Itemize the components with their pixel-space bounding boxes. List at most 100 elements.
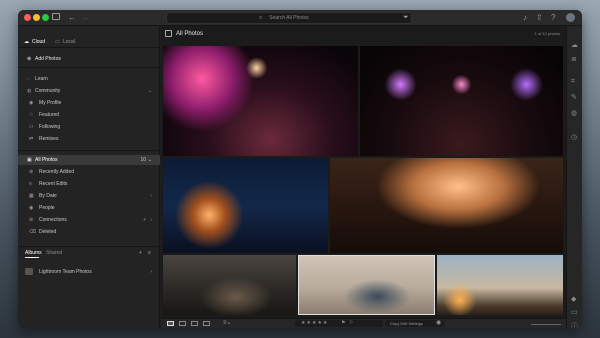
photo-thumbnail[interactable]: [360, 46, 563, 156]
connections-icon: ⊜: [29, 217, 34, 223]
divider: [18, 150, 160, 151]
add-photos-label: Add Photos: [35, 56, 61, 62]
search-field[interactable]: ⌕ Search All Photos: [166, 12, 412, 24]
toggle-sidebar-icon[interactable]: [52, 13, 60, 20]
page-title: All Photos: [176, 31, 204, 37]
add-album-plus-icon[interactable]: +: [139, 249, 142, 257]
photo-thumbnail[interactable]: [163, 46, 358, 156]
photo-thumbnail[interactable]: [330, 158, 563, 253]
community-label: Community: [35, 88, 61, 94]
photo-thumbnail[interactable]: [437, 255, 563, 315]
filter-icon[interactable]: ⏷: [403, 12, 409, 24]
photo-thumbnail[interactable]: [163, 255, 296, 315]
deleted-label: Deleted: [39, 229, 57, 235]
add-photos-button[interactable]: ⊕ Add Photos: [18, 54, 160, 64]
sidebar-item-recently-added[interactable]: ⊕ Recently Added: [18, 167, 160, 177]
sidebar-item-learn[interactable]: ◌ Learn: [18, 74, 160, 84]
remix-icon: ⇄: [29, 136, 34, 142]
photo-grid-area: All Photos 1 of 10 photos: [161, 26, 566, 318]
sidebar-item-featured[interactable]: ☆ Featured: [18, 110, 160, 120]
sidebar-item-following[interactable]: ⚇ Following: [18, 122, 160, 132]
divider: [18, 246, 160, 247]
crop-icon[interactable]: ⌗: [571, 78, 575, 86]
add-connection-plus-icon[interactable]: +: [143, 215, 146, 225]
sidebar-item-by-date[interactable]: ▦ By Date ‹: [18, 191, 160, 201]
photos-stack-icon: ▣: [27, 157, 32, 163]
rating-flag-group: ★★★★★ ⚑ ⚐: [295, 320, 383, 327]
tab-shared[interactable]: Shared: [46, 249, 62, 257]
back-arrow-icon[interactable]: ←: [68, 12, 76, 24]
divider: [18, 67, 160, 68]
calendar-icon: ▦: [29, 193, 34, 199]
grid-header: All Photos 1 of 10 photos: [161, 26, 566, 44]
album-item[interactable]: Lightroom Team Photos ›: [18, 267, 160, 277]
detail-view-icon[interactable]: [191, 321, 198, 326]
sort-options-icon[interactable]: ≡⌄: [223, 319, 232, 328]
plus-icon: ⊕: [29, 169, 34, 175]
tab-albums[interactable]: Albums: [25, 249, 42, 257]
album-label: Lightroom Team Photos: [39, 269, 92, 275]
edit-sliders-icon: ≡: [29, 181, 32, 187]
chevron-right-icon[interactable]: ‹: [150, 191, 152, 201]
star-rating[interactable]: ★★★★★: [301, 319, 328, 328]
masking-icon[interactable]: ◍: [571, 110, 577, 118]
lightroom-window: ← → ⌕ Search All Photos ⏷ ♪ ⇧ ? ☁ Cloud …: [18, 10, 582, 328]
sidebar-item-deleted[interactable]: ⌫ Deleted: [18, 227, 160, 237]
tab-local[interactable]: Local: [63, 38, 75, 46]
photo-thumbnail[interactable]: [298, 255, 435, 315]
sidebar-item-community[interactable]: ◍ Community ⌄: [18, 86, 160, 96]
zoom-window-button[interactable]: [42, 14, 49, 21]
my-profile-label: My Profile: [39, 100, 62, 106]
healing-brush-icon[interactable]: ✎: [571, 94, 577, 102]
remixes-label: Remixes: [39, 136, 59, 142]
bottom-toolbar: ≡⌄ ★★★★★ ⚑ ⚐ Copy Edit Settings ◉: [161, 318, 566, 328]
copy-edit-settings-label: Copy Edit Settings: [390, 321, 423, 326]
all-photos-icon: [165, 30, 172, 37]
thumbnail-size-slider[interactable]: [531, 324, 561, 325]
sort-icon[interactable]: ≡: [148, 249, 151, 257]
chevron-down-icon[interactable]: ⌄: [148, 86, 152, 96]
sidebar-item-connections[interactable]: ⊜ Connections + ‹: [18, 215, 160, 225]
versions-history-icon[interactable]: ◷: [571, 134, 577, 142]
sidebar-item-remixes[interactable]: ⇄ Remixes: [18, 134, 160, 144]
info-icon[interactable]: ⓘ: [571, 323, 578, 328]
sidebar-item-recent-edits[interactable]: ≡ Recent Edits: [18, 179, 160, 189]
settings-icon[interactable]: ◉: [436, 319, 441, 328]
trash-icon: ⌫: [29, 229, 37, 235]
album-thumbnail: [25, 268, 33, 275]
photo-thumbnail[interactable]: [163, 158, 328, 253]
tab-cloud[interactable]: Cloud: [32, 38, 45, 46]
edit-panel-icon[interactable]: ≣: [571, 56, 577, 64]
cloud-icon: ☁: [24, 39, 29, 45]
reject-flag-icon[interactable]: ⚐: [349, 319, 353, 328]
search-placeholder: Search All Photos: [269, 15, 309, 21]
account-avatar[interactable]: [566, 13, 575, 22]
help-icon[interactable]: ?: [551, 12, 555, 24]
chevron-down-icon[interactable]: ⌄: [148, 155, 152, 165]
tag-icon[interactable]: ◆: [571, 296, 576, 304]
people-icon: ⚇: [29, 124, 34, 130]
compare-view-icon[interactable]: [203, 321, 210, 326]
connections-label: Connections: [39, 217, 67, 223]
sidebar-item-people[interactable]: ◉ People: [18, 203, 160, 213]
close-window-button[interactable]: [24, 14, 31, 21]
sidebar-item-all-photos[interactable]: ▣ All Photos 10 ⌄: [18, 155, 160, 165]
recently-added-label: Recently Added: [39, 169, 75, 175]
comment-icon[interactable]: ▭: [571, 309, 578, 317]
people-label: People: [39, 205, 55, 211]
star-icon: ☆: [29, 112, 34, 118]
recent-edits-label: Recent Edits: [39, 181, 68, 187]
cloud-sync-icon[interactable]: ☁: [571, 42, 578, 50]
forward-arrow-icon[interactable]: →: [81, 12, 89, 24]
square-grid-view-icon[interactable]: [179, 321, 186, 326]
notifications-bell-icon[interactable]: ♪: [523, 12, 527, 24]
flag-icon[interactable]: ⚑: [341, 319, 345, 328]
grid-view-icon[interactable]: [167, 321, 174, 326]
chevron-right-icon[interactable]: ›: [150, 267, 152, 277]
sidebar-item-my-profile[interactable]: ◉ My Profile: [18, 98, 160, 108]
chevron-right-icon[interactable]: ‹: [150, 215, 152, 225]
person-icon: ◉: [29, 205, 34, 211]
divider: [18, 47, 160, 48]
minimize-window-button[interactable]: [33, 14, 40, 21]
share-icon[interactable]: ⇧: [536, 12, 543, 24]
